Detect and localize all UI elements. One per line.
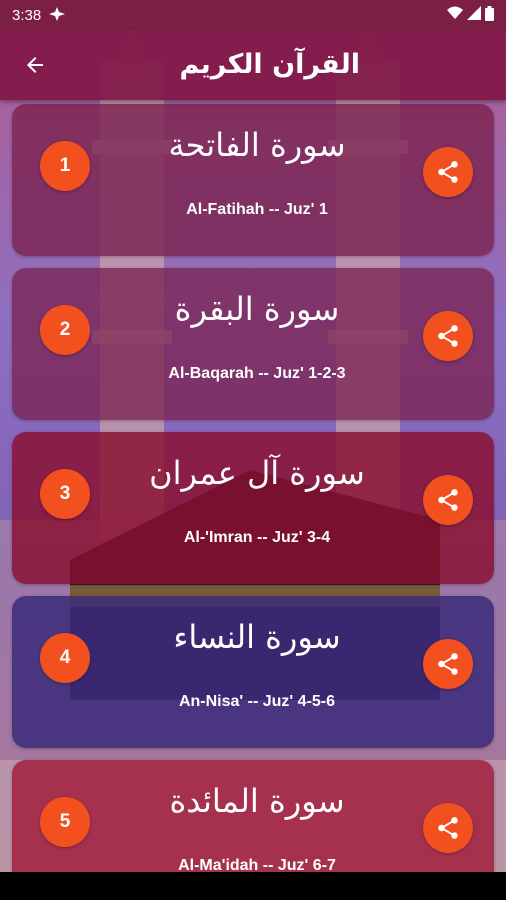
surah-english-name: Al-Baqarah -- Juz' 1-2-3 <box>168 365 346 382</box>
signal-icon <box>467 6 481 24</box>
share-icon <box>438 489 458 511</box>
surah-english-name: Al-Fatihah -- Juz' 1 <box>186 201 328 218</box>
share-button[interactable] <box>423 311 473 361</box>
share-icon <box>438 161 458 183</box>
surah-arabic-name: سورة الفاتحة <box>168 126 346 164</box>
surah-number-badge: 5 <box>40 797 90 847</box>
share-button[interactable] <box>423 803 473 853</box>
back-button[interactable] <box>14 44 56 86</box>
surah-list: 1 سورة الفاتحة Al-Fatihah -- Juz' 1 2 سو… <box>0 100 506 872</box>
surah-card[interactable]: 4 سورة النساء An-Nisa' -- Juz' 4-5-6 <box>12 596 494 748</box>
navigation-bar <box>0 872 506 900</box>
surah-number-badge: 4 <box>40 633 90 683</box>
surah-number-badge: 3 <box>40 469 90 519</box>
airplane-notification-icon <box>49 6 66 24</box>
battery-icon <box>485 5 494 25</box>
share-icon <box>438 325 458 347</box>
surah-arabic-name: سورة البقرة <box>174 290 340 328</box>
share-button[interactable] <box>423 475 473 525</box>
arrow-left-icon <box>27 57 43 73</box>
surah-number-badge: 1 <box>40 141 90 191</box>
surah-arabic-name: سورة آل عمران <box>149 454 365 492</box>
surah-card[interactable]: 5 سورة المائدة Al-Ma'idah -- Juz' 6-7 <box>12 760 494 872</box>
share-button[interactable] <box>423 147 473 197</box>
surah-english-name: Al-Ma'idah -- Juz' 6-7 <box>178 857 336 872</box>
surah-card[interactable]: 3 سورة آل عمران Al-'Imran -- Juz' 3-4 <box>12 432 494 584</box>
app-bar: القرآن الكريم <box>0 30 506 100</box>
surah-card[interactable]: 1 سورة الفاتحة Al-Fatihah -- Juz' 1 <box>12 104 494 256</box>
share-icon <box>438 653 458 675</box>
surah-english-name: An-Nisa' -- Juz' 4-5-6 <box>178 693 336 710</box>
status-bar: 3:38 <box>0 0 506 30</box>
surah-card[interactable]: 2 سورة البقرة Al-Baqarah -- Juz' 1-2-3 <box>12 268 494 420</box>
surah-number-badge: 2 <box>40 305 90 355</box>
status-time: 3:38 <box>12 6 42 24</box>
surah-arabic-name: سورة المائدة <box>169 782 345 820</box>
wifi-icon <box>447 6 463 24</box>
share-icon <box>438 817 458 839</box>
surah-arabic-name: سورة النساء <box>173 618 341 656</box>
surah-english-name: Al-'Imran -- Juz' 3-4 <box>183 529 331 546</box>
page-title: القرآن الكريم <box>179 49 360 80</box>
share-button[interactable] <box>423 639 473 689</box>
